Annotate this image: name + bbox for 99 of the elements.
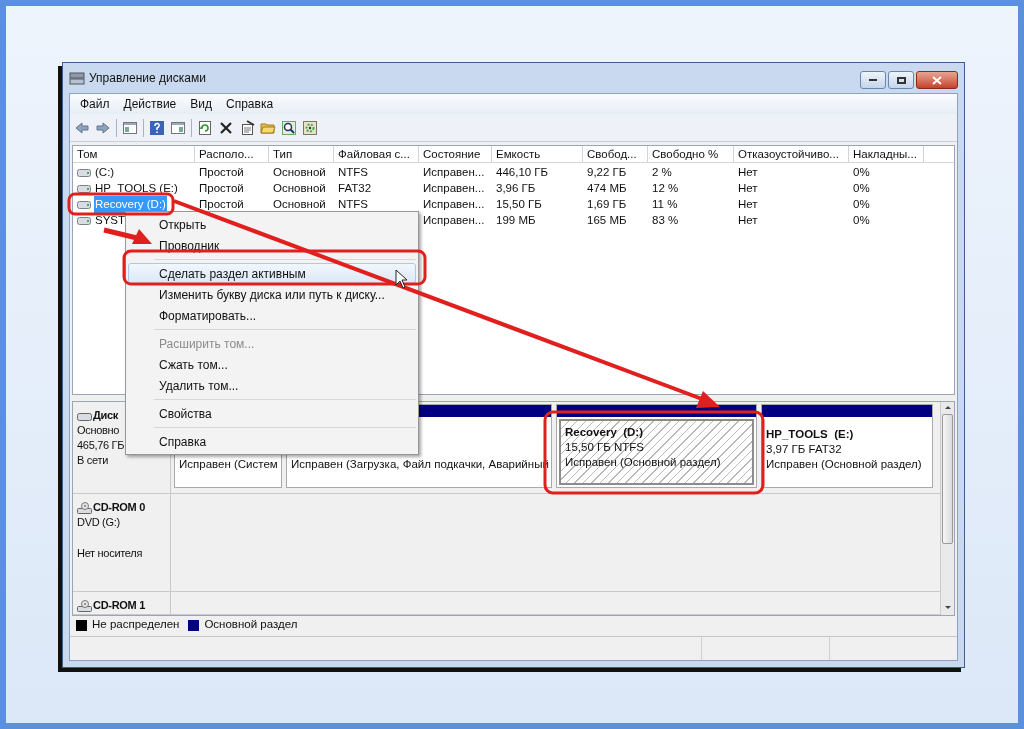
table-cell-text: Исправен... bbox=[423, 181, 485, 197]
table-cell-text: Простой bbox=[199, 181, 244, 197]
disk-info: DVD (G:) bbox=[77, 515, 121, 530]
properties-icon[interactable] bbox=[239, 119, 255, 136]
menu-item[interactable]: Сжать том... bbox=[128, 354, 416, 375]
table-cell-text: NTFS bbox=[338, 197, 369, 213]
delete-icon[interactable] bbox=[218, 119, 234, 136]
table-cell-text: 0% bbox=[853, 197, 870, 213]
back-arrow-icon[interactable] bbox=[74, 119, 90, 136]
optical-drive-icon bbox=[77, 501, 92, 514]
column-header[interactable]: Файловая с... bbox=[334, 146, 419, 163]
table-cell-text: 0% bbox=[853, 213, 870, 229]
drive-icon bbox=[77, 185, 91, 193]
table-cell-text: Исправен... bbox=[423, 213, 485, 229]
menu-item[interactable]: Файл bbox=[74, 95, 116, 113]
drive-icon bbox=[77, 217, 91, 225]
magnifier-icon[interactable] bbox=[281, 119, 297, 136]
table-cell-text: Нет bbox=[738, 213, 758, 229]
disk-name: CD-ROM 1 bbox=[93, 598, 145, 613]
column-header[interactable]: Емкость bbox=[492, 146, 583, 163]
table-cell-text: 12 % bbox=[652, 181, 679, 197]
partition-status: Исправен (Основной раздел) bbox=[565, 455, 722, 470]
partition-name: HP_TOOLS (E:) bbox=[766, 427, 855, 442]
table-cell-text: 0% bbox=[853, 181, 870, 197]
column-header[interactable]: Накладны... bbox=[849, 146, 924, 163]
table-cell-text: Простой bbox=[199, 197, 244, 213]
menu-item[interactable]: Справка bbox=[220, 95, 280, 113]
partition[interactable]: HP_TOOLS (E:) 3,97 ГБ FAT32 Исправен (Основной раздел) bbox=[761, 404, 933, 488]
table-cell-text: 3,96 ГБ bbox=[496, 181, 536, 197]
disk-management-icon bbox=[69, 71, 85, 85]
annotation-arrow bbox=[103, 227, 152, 244]
partition-status: Исправен (Систем bbox=[179, 457, 277, 472]
close-button[interactable] bbox=[916, 71, 958, 89]
table-cell-text: Простой bbox=[199, 165, 244, 181]
drive-icon bbox=[77, 201, 91, 209]
table-cell-text: 474 МБ bbox=[587, 181, 627, 197]
drive-icon bbox=[77, 169, 91, 177]
menu-item[interactable]: Действие bbox=[117, 95, 183, 113]
table-cell-text: 83 % bbox=[652, 213, 679, 229]
table-cell-text: Основной bbox=[273, 181, 326, 197]
partition-name: Recovery (D:) bbox=[565, 425, 644, 440]
legend-label: Основной раздел bbox=[204, 617, 298, 633]
minimize-button[interactable] bbox=[860, 71, 886, 89]
column-header[interactable]: Свободно % bbox=[648, 146, 734, 163]
forward-arrow-icon[interactable] bbox=[95, 119, 111, 136]
table-cell-text: Нет bbox=[738, 181, 758, 197]
column-header[interactable]: Располо... bbox=[195, 146, 269, 163]
scrollbar[interactable] bbox=[940, 402, 954, 615]
partition-status: Исправен (Основной раздел) bbox=[766, 457, 923, 472]
table-cell-text: Исправен... bbox=[423, 165, 485, 181]
scroll-thumb[interactable] bbox=[942, 414, 953, 544]
volume-name[interactable]: HP_TOOLS (E:) bbox=[94, 180, 179, 198]
column-header[interactable]: Свобод... bbox=[583, 146, 648, 163]
menu-item[interactable]: Удалить том... bbox=[128, 375, 416, 396]
table-cell-text: Основной bbox=[273, 197, 326, 213]
table-cell-text: Основной bbox=[273, 165, 326, 181]
table-cell-text: Исправен... bbox=[423, 197, 485, 213]
help-icon[interactable] bbox=[149, 119, 165, 136]
table-cell-text: 9,22 ГБ bbox=[587, 165, 627, 181]
disk-name: CD-ROM 0 bbox=[93, 500, 145, 515]
table-cell-text: 11 % bbox=[652, 197, 678, 213]
maximize-button[interactable] bbox=[888, 71, 914, 89]
volume-name[interactable]: (C:) bbox=[94, 164, 116, 182]
menu-item[interactable]: Изменить букву диска или путь к диску... bbox=[128, 284, 416, 305]
panel-icon[interactable] bbox=[170, 119, 186, 136]
partition-size: 15,50 ГБ NTFS bbox=[565, 440, 645, 455]
menu-item[interactable]: Проводник bbox=[128, 235, 416, 256]
table-cell-text: 2 % bbox=[652, 165, 672, 181]
table-cell-text: 1,69 ГБ bbox=[587, 197, 627, 213]
partition[interactable]: Recovery (D:) 15,50 ГБ NTFS Исправен (Основной раздел) bbox=[556, 404, 757, 488]
table-cell-text: 199 МБ bbox=[496, 213, 536, 229]
column-header[interactable]: Тип bbox=[269, 146, 334, 163]
table-cell-text: Нет bbox=[738, 165, 758, 181]
table-cell-text: 446,10 ГБ bbox=[496, 165, 549, 181]
column-header[interactable]: Отказоустойчиво... bbox=[734, 146, 849, 163]
table-cell-text: Нет bbox=[738, 197, 758, 213]
menu-item[interactable]: Форматировать... bbox=[128, 305, 416, 326]
table-cell-text: 0% bbox=[853, 165, 870, 181]
partition-size: 3,97 ГБ FAT32 bbox=[766, 442, 843, 457]
menu-item[interactable]: Вид bbox=[184, 95, 218, 113]
close-icon[interactable] bbox=[932, 75, 942, 85]
column-header[interactable]: Состояние bbox=[419, 146, 492, 163]
panel-icon[interactable] bbox=[122, 119, 138, 136]
disk-info: В сети bbox=[77, 453, 110, 468]
legend-label: Не распределен bbox=[92, 617, 180, 633]
disk-info: Нет носителя bbox=[77, 546, 144, 561]
disk-info: Основно bbox=[77, 423, 121, 438]
menu-item[interactable]: Открыть bbox=[128, 214, 416, 235]
column-header[interactable]: Том bbox=[73, 146, 195, 163]
table-cell-text: FAT32 bbox=[338, 181, 372, 197]
table-cell-text: NTFS bbox=[338, 165, 369, 181]
mouse-cursor-icon bbox=[395, 269, 408, 289]
table-cell-text: 165 МБ bbox=[587, 213, 627, 229]
refresh-icon[interactable] bbox=[197, 119, 213, 136]
gear-icon[interactable] bbox=[302, 119, 318, 136]
table-cell-text: 15,50 ГБ bbox=[496, 197, 542, 213]
disk-name: Диск bbox=[93, 408, 119, 423]
window-title: Управление дисками bbox=[89, 70, 206, 87]
optical-drive-icon bbox=[77, 599, 92, 612]
